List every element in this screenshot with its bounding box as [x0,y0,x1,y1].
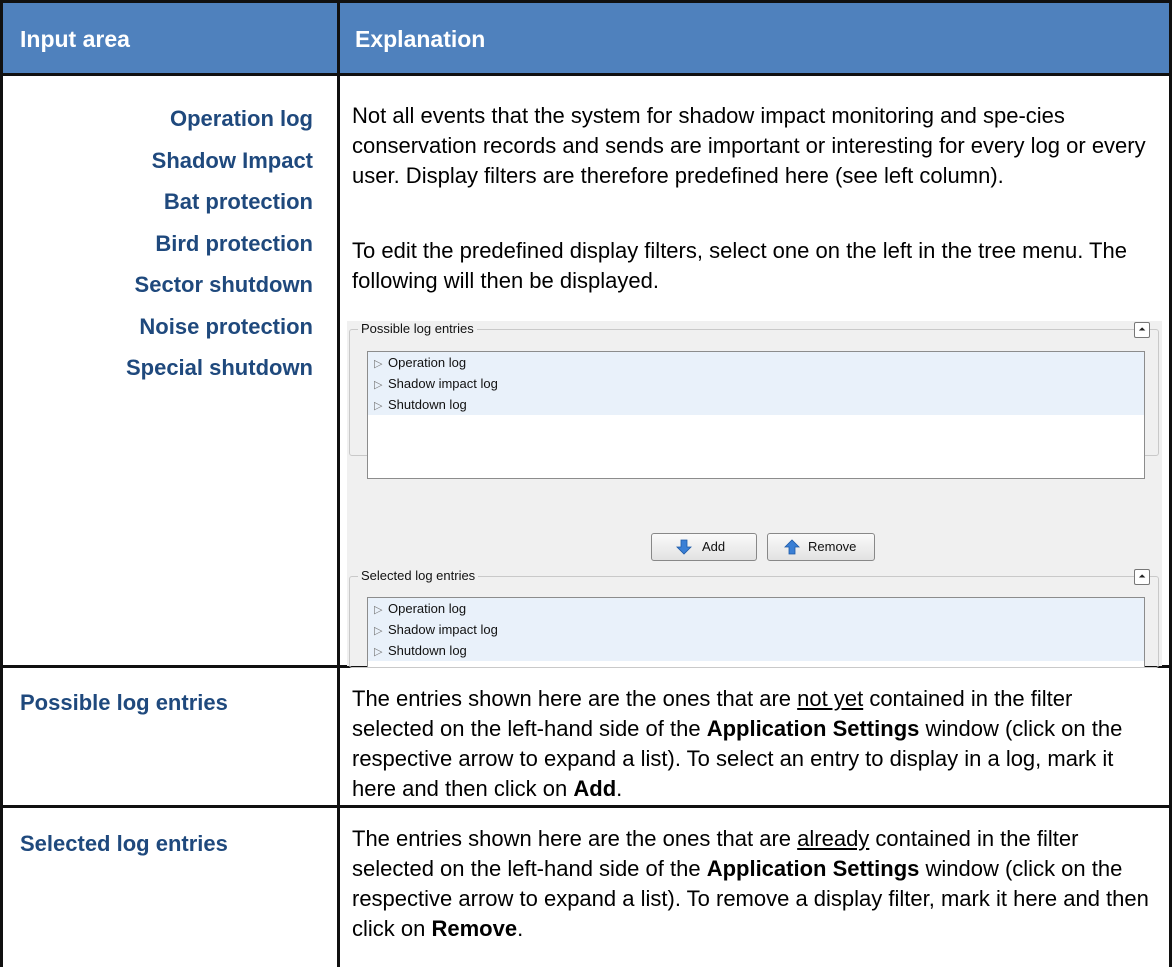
expand-triangle-icon[interactable]: ▷ [374,642,388,663]
add-button-label: Add [702,539,726,554]
tree-item[interactable]: ▷ Operation log [368,352,1144,373]
explanation-table: Input area Explanation Operation log Sha… [0,0,1172,967]
remove-button[interactable]: Remove [767,533,875,561]
selected-log-entries-term: Selected log entries [20,831,228,856]
collapse-selected-icon[interactable]: ⏶ [1134,569,1150,585]
edit-paragraph: To edit the predefined display filters, … [352,238,1127,293]
filter-special-shutdown: Special shutdown [125,355,313,380]
filter-dialog-screenshot: Possible log entries ⏶ ▷ Operation log ▷ S… [347,321,1162,668]
table-header: Input area Explanation [3,3,1169,76]
filter-sector-shutdown: Sector shutdown [134,272,313,297]
possible-log-tree[interactable]: ▷ Operation log ▷ Shadow impact log ▷ Shutd… [367,351,1145,479]
filter-bird-protection: Bird protection [155,230,313,256]
filter-operation-log: Operation log [170,106,313,131]
expand-triangle-icon[interactable]: ▷ [374,354,388,375]
selected-log-tree[interactable]: ▷ Operation log ▷ Shadow impact log ▷ Shutd… [367,597,1145,667]
table-row: Selected log entries The entries shown h… [3,808,1169,970]
filter-noise-protection: Noise protection [139,313,313,339]
selected-log-entries-description: The entries shown here are the ones that… [352,826,1149,941]
collapse-possible-icon[interactable]: ⏶ [1134,322,1150,338]
tree-item[interactable]: ▷ Shutdown log [368,394,1144,415]
remove-button-label: Remove [808,539,857,554]
arrow-up-icon [784,539,800,555]
tree-item[interactable]: ▷ Operation log [368,598,1144,619]
possible-log-entries-description: The entries shown here are the ones that… [352,686,1123,801]
selected-log-entries-title: Selected log entries [358,568,479,583]
tree-item[interactable]: ▷ Shadow impact log [368,373,1144,394]
possible-log-entries-term: Possible log entries [20,690,228,715]
table-row: Operation log Shadow Impact Bat protecti… [3,76,1169,668]
add-button[interactable]: Add [651,533,757,561]
expand-triangle-icon[interactable]: ▷ [374,600,388,621]
tree-item[interactable]: ▷ Shutdown log [368,640,1144,661]
table-row: Possible log entries The entries shown h… [3,668,1169,808]
filter-bat-protection: Bat protection [163,189,313,214]
possible-log-entries-title: Possible log entries [358,321,477,336]
expand-triangle-icon[interactable]: ▷ [374,396,388,417]
filter-list: Operation log Shadow Impact Bat protecti… [126,98,313,389]
intro-paragraph: Not all events that the system for shado… [352,103,1146,188]
arrow-down-icon [676,539,692,555]
header-explanation: Explanation [355,26,486,52]
filter-shadow-impact: Shadow Impact [151,147,313,173]
expand-triangle-icon[interactable]: ▷ [374,375,388,396]
expand-triangle-icon[interactable]: ▷ [374,621,388,642]
tree-item[interactable]: ▷ Shadow impact log [368,619,1144,640]
header-input-area: Input area [20,26,130,52]
